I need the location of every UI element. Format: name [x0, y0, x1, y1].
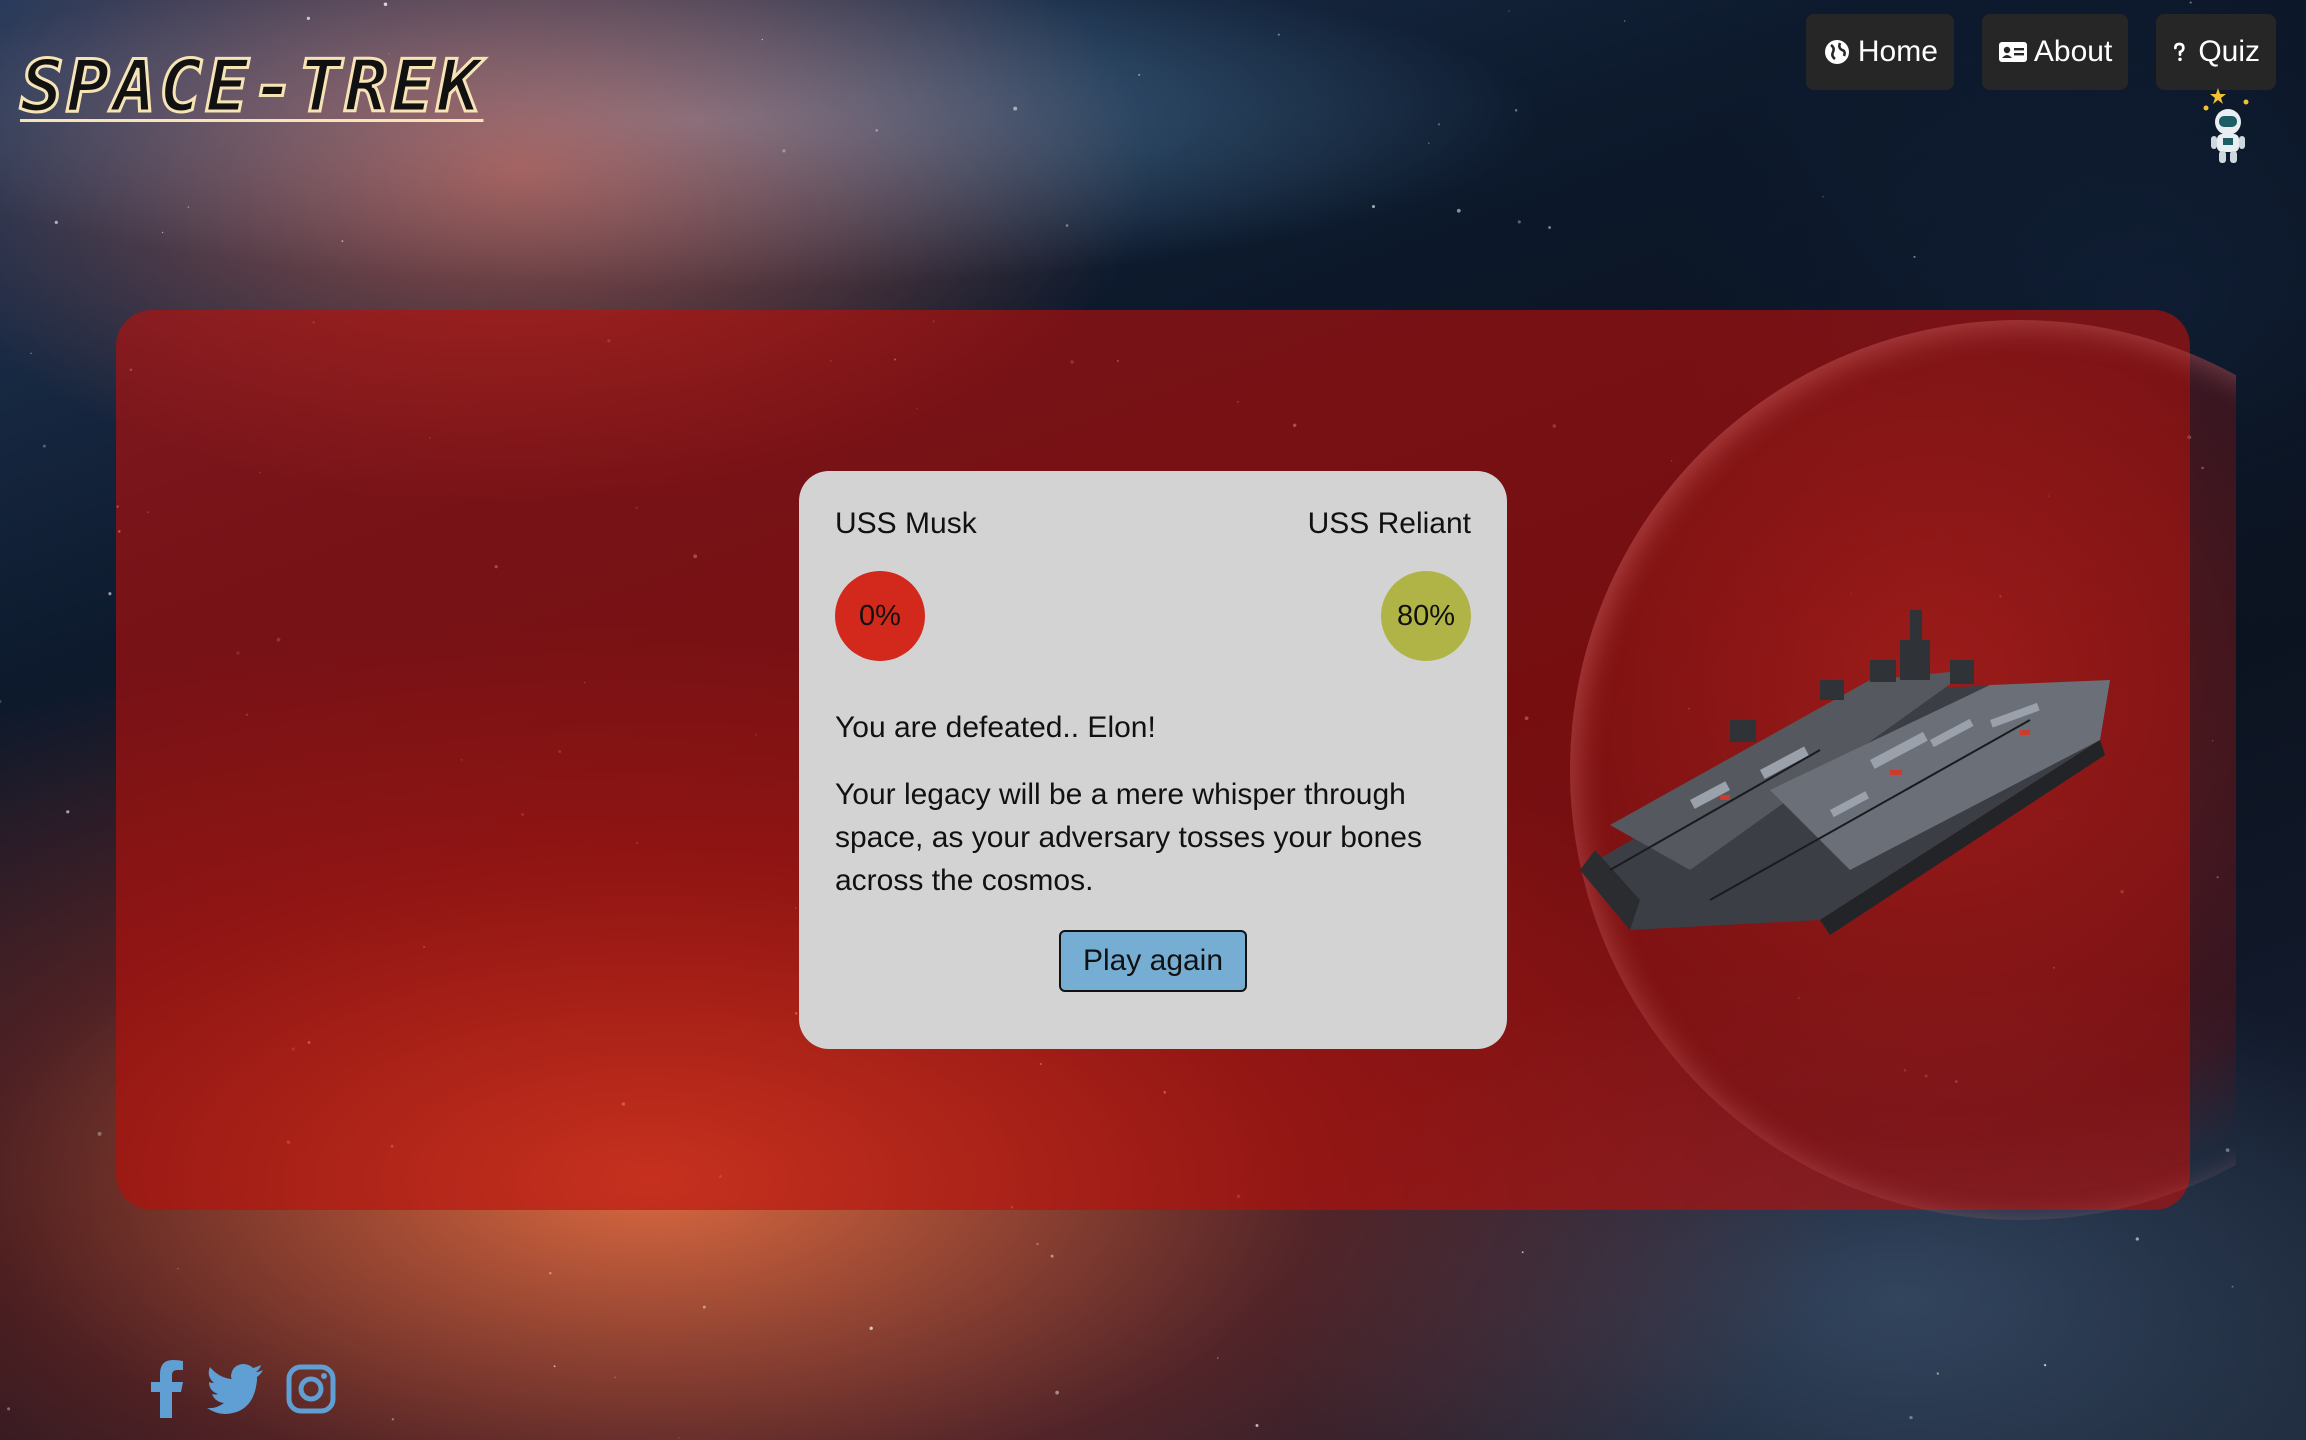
star	[1936, 1372, 1939, 1375]
id-card-icon	[1998, 42, 2027, 62]
main-nav: Home About Quiz	[1805, 14, 2276, 90]
astronaut-icon	[2203, 88, 2249, 163]
star	[7, 1407, 11, 1411]
play-again-wrap: Play again	[835, 930, 1471, 992]
star	[1456, 208, 1461, 213]
result-message: Your legacy will be a mere whisper throu…	[835, 778, 1422, 897]
star	[1217, 1357, 1219, 1359]
star	[1508, 10, 1510, 12]
instagram-icon[interactable]	[286, 1364, 336, 1414]
star	[1909, 1415, 1913, 1420]
enemy-starship-image	[1580, 610, 2110, 935]
star	[391, 1418, 395, 1421]
site-logo[interactable]: SPACE-TREK	[18, 49, 483, 124]
star	[1913, 255, 1916, 258]
star	[614, 1376, 616, 1378]
star	[1428, 142, 1430, 144]
question-icon	[2174, 42, 2185, 62]
star	[30, 352, 32, 355]
star	[2231, 1285, 2234, 1288]
star	[54, 220, 58, 224]
star	[678, 1437, 680, 1439]
star	[1514, 109, 1518, 112]
star	[1277, 33, 1280, 36]
star	[1065, 224, 1069, 227]
star	[2189, 1, 2192, 4]
star	[1371, 204, 1376, 209]
star	[782, 149, 786, 153]
nav-about-button[interactable]: About	[1981, 14, 2129, 90]
star	[42, 444, 46, 448]
star	[187, 206, 190, 208]
nav-quiz-button[interactable]: Quiz	[2156, 14, 2276, 90]
star	[869, 1326, 873, 1330]
star	[1138, 73, 1141, 76]
nav-about-label: About	[2033, 35, 2113, 68]
game-screen: SPACE-TREK Home About Quiz USS Musk USS …	[0, 0, 2306, 1440]
star	[1255, 1424, 1259, 1427]
star	[177, 1267, 179, 1270]
star	[702, 1305, 706, 1309]
nav-home-label: Home	[1857, 35, 1938, 68]
star	[108, 592, 112, 596]
scores-row: 0% 80%	[835, 571, 1471, 661]
star	[0, 700, 2, 703]
star	[97, 1131, 102, 1136]
battle-result-card: USS Musk USS Reliant 0% 80% You are defe…	[799, 471, 1507, 1049]
star	[1036, 1242, 1039, 1246]
star	[306, 16, 311, 21]
globe-icon	[1824, 40, 1849, 64]
nav-home-button[interactable]: Home	[1805, 14, 1954, 90]
play-again-button[interactable]: Play again	[1058, 930, 1248, 992]
enemy-ship-name: USS Reliant	[1307, 507, 1471, 540]
enemy-score-badge: 80%	[1381, 571, 1471, 661]
star	[1517, 220, 1521, 224]
star	[549, 1271, 552, 1275]
nav-quiz-label: Quiz	[2198, 35, 2260, 68]
facebook-icon[interactable]	[150, 1360, 184, 1418]
player-score-badge: 0%	[835, 571, 925, 661]
twitter-icon[interactable]	[206, 1364, 264, 1414]
star	[66, 810, 70, 814]
star	[1055, 1390, 1059, 1395]
star	[1548, 226, 1551, 229]
star	[161, 231, 164, 234]
star	[2043, 1363, 2047, 1367]
star	[1437, 123, 1441, 126]
star	[1623, 20, 1626, 22]
star	[875, 128, 879, 132]
star	[761, 38, 763, 41]
player-ship-name: USS Musk	[835, 507, 977, 540]
ships-row: USS Musk USS Reliant	[835, 507, 1471, 541]
star	[1050, 1254, 1054, 1258]
star	[1521, 1251, 1524, 1254]
result-title: You are defeated.. Elon!	[835, 711, 1156, 744]
star	[1822, 195, 1824, 198]
star	[341, 240, 344, 243]
star	[1013, 106, 1018, 111]
star	[553, 1365, 556, 1368]
social-links	[150, 1360, 336, 1418]
star	[2135, 1237, 2139, 1241]
star	[383, 2, 388, 7]
